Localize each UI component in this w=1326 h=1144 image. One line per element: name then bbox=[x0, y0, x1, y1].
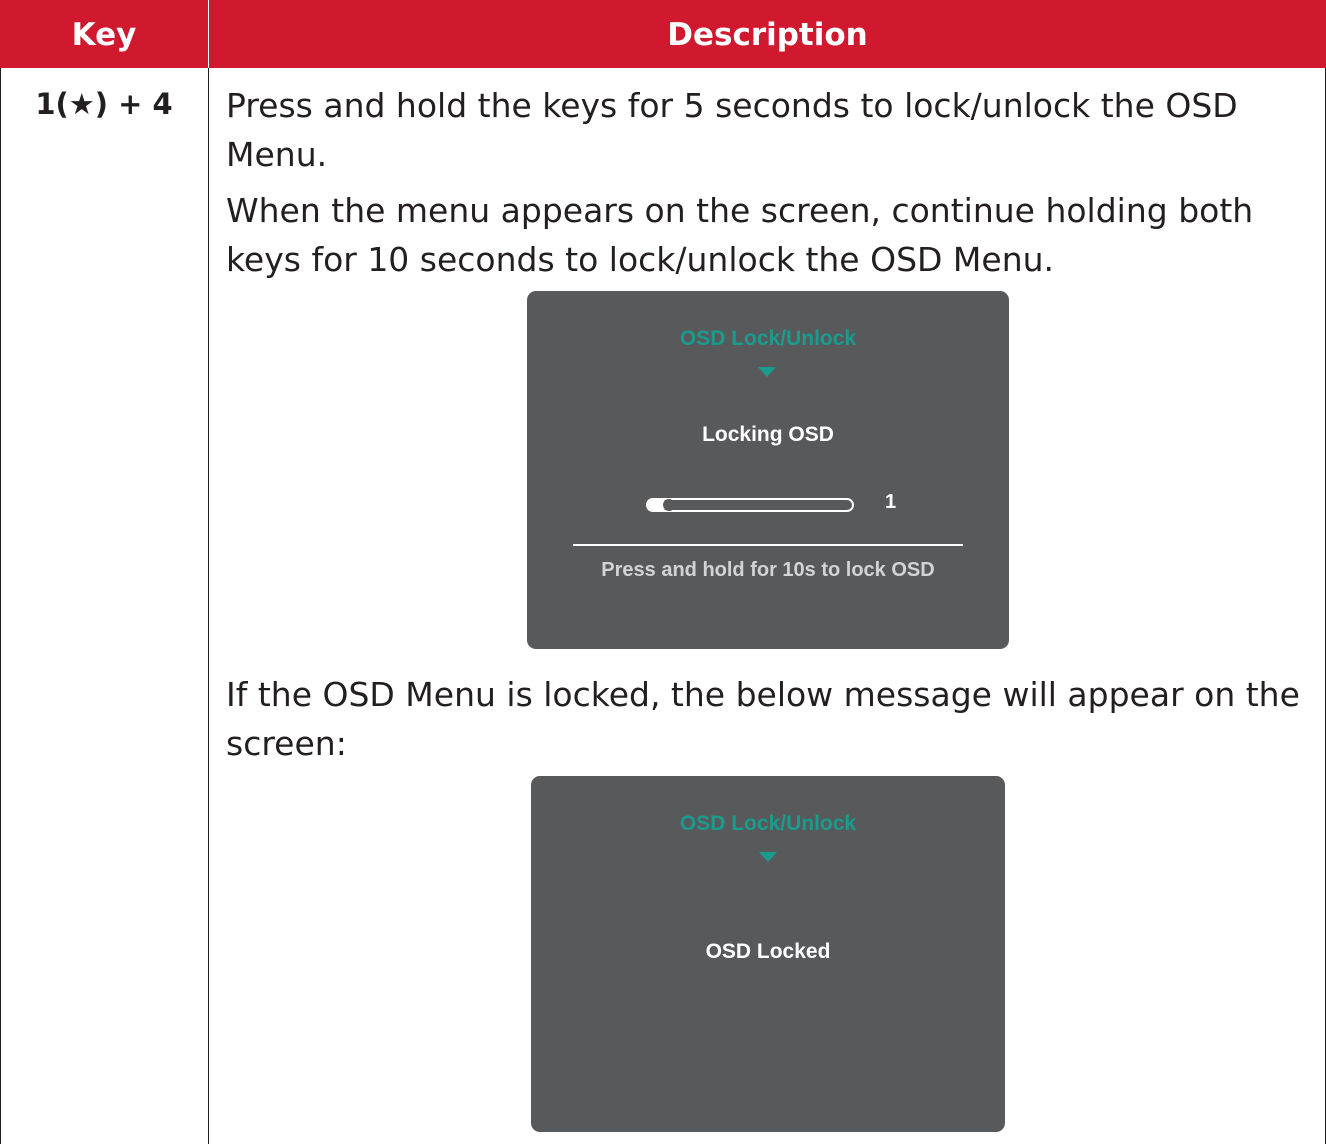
header-key: Key bbox=[71, 17, 137, 53]
osd-lock-progress-bar bbox=[646, 498, 854, 512]
triangle-down-icon bbox=[758, 367, 776, 377]
progress-knob bbox=[663, 499, 676, 511]
osd-title: OSD Lock/Unlock bbox=[679, 327, 857, 350]
triangle-down-icon bbox=[759, 852, 777, 862]
header-description: Description bbox=[667, 17, 868, 53]
key-combination: 1(★) + 4 bbox=[35, 87, 173, 121]
table-header: Key Description bbox=[0, 0, 1326, 68]
osd-divider bbox=[573, 544, 963, 546]
osd-locked-screenshot: OSD Lock/Unlock OSD Locked bbox=[531, 776, 1005, 1132]
osd-message: OSD Locked bbox=[705, 940, 831, 963]
table-column-divider bbox=[208, 68, 209, 1144]
progress-value: 1 bbox=[885, 491, 897, 513]
key-description-table: Key Description 1(★) + 4 Press and hold … bbox=[0, 0, 1326, 1144]
description-paragraph-2: When the menu appears on the screen, con… bbox=[226, 191, 1254, 279]
table-border-left bbox=[0, 68, 1, 1144]
osd-title: OSD Lock/Unlock bbox=[679, 812, 857, 835]
osd-message: Locking OSD bbox=[702, 423, 834, 446]
description-paragraph-1: Press and hold the keys for 5 seconds to… bbox=[226, 86, 1238, 174]
osd-locking-screenshot: OSD Lock/Unlock Locking OSD 1 Press and … bbox=[527, 291, 1009, 649]
description-paragraph-3: If the OSD Menu is locked, the below mes… bbox=[226, 675, 1300, 763]
osd-hint: Press and hold for 10s to lock OSD bbox=[601, 559, 935, 581]
